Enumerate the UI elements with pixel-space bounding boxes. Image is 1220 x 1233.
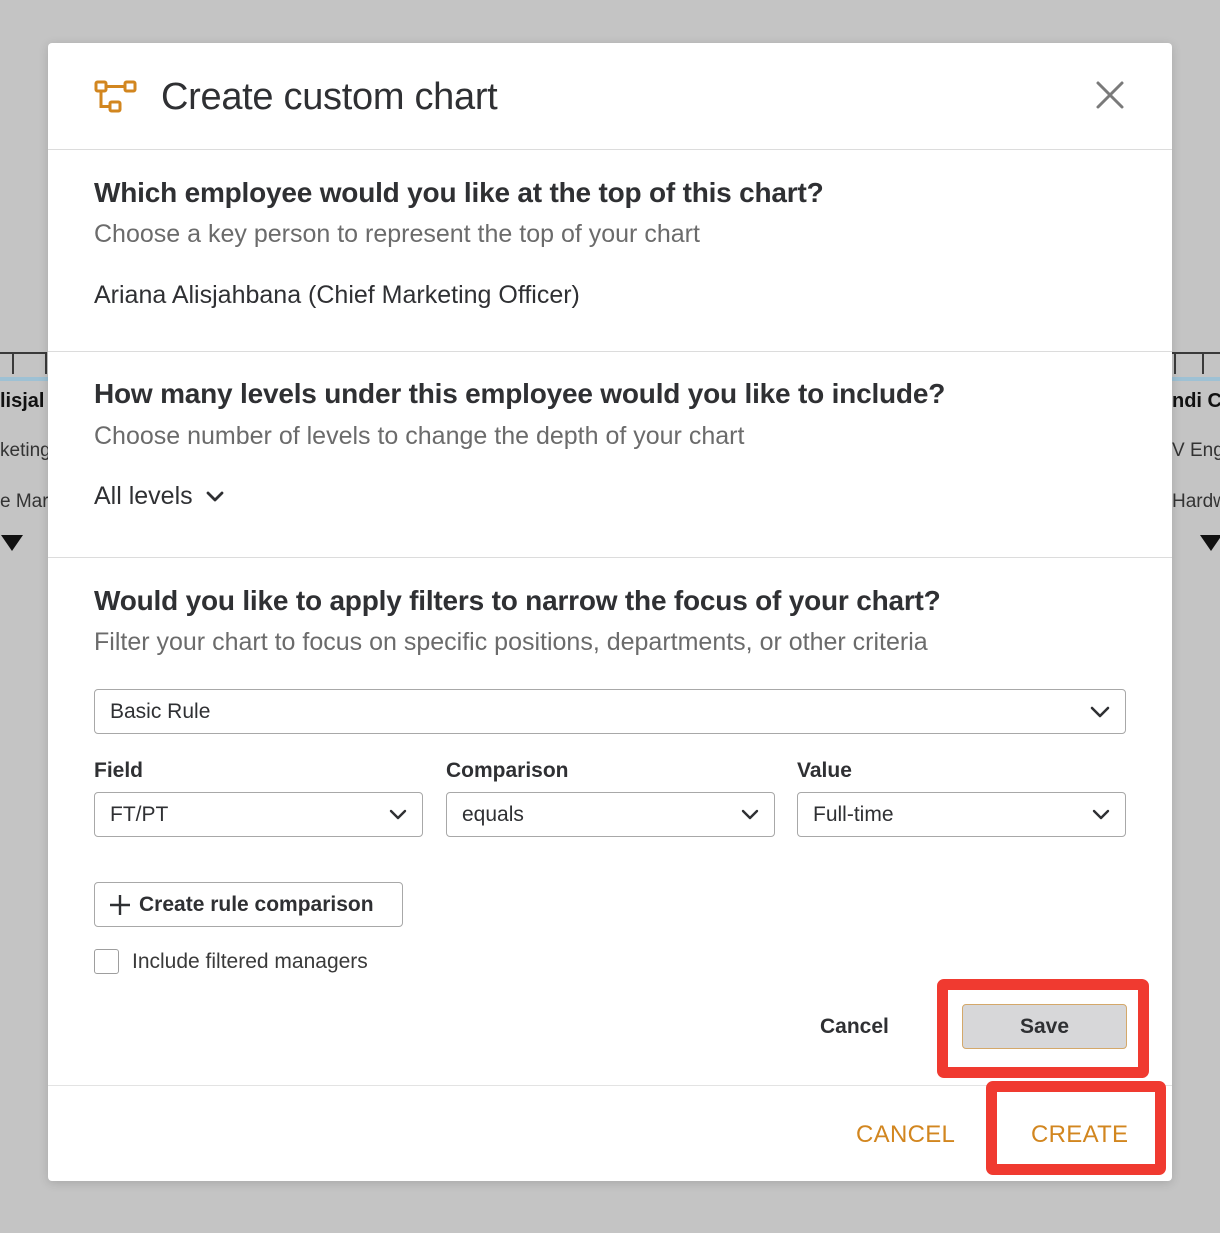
create-rule-comparison-button[interactable]: Create rule comparison bbox=[94, 882, 403, 927]
org-card-top-border bbox=[0, 377, 48, 381]
comparison-label: Comparison bbox=[446, 759, 569, 782]
include-filtered-managers-checkbox[interactable] bbox=[94, 949, 119, 974]
value-select-value: Full-time bbox=[813, 802, 894, 826]
org-card-department: e Mar bbox=[0, 491, 49, 512]
org-card-title: keting bbox=[0, 440, 51, 461]
org-card-name: ndi Cl bbox=[1172, 390, 1220, 412]
org-card-top-border bbox=[1172, 377, 1220, 381]
org-connector-stem bbox=[45, 352, 47, 374]
filter-save-button[interactable]: Save bbox=[962, 1004, 1127, 1049]
plus-icon bbox=[110, 894, 130, 915]
include-filtered-managers-row: Include filtered managers bbox=[94, 949, 368, 974]
comparison-select[interactable]: equals bbox=[446, 792, 775, 837]
chevron-down-icon bbox=[1090, 706, 1110, 718]
expand-arrow-icon[interactable] bbox=[1200, 535, 1220, 551]
dialog-header: Create custom chart bbox=[48, 43, 1172, 150]
org-connector-stem bbox=[1174, 352, 1176, 374]
top-employee-section: Which employee would you like at the top… bbox=[48, 150, 1172, 352]
value-select[interactable]: Full-time bbox=[797, 792, 1126, 837]
dialog-cancel-button[interactable]: CANCEL bbox=[856, 1121, 955, 1149]
dialog-create-button[interactable]: CREATE bbox=[1031, 1121, 1128, 1149]
org-card-name: lisjal bbox=[0, 390, 45, 412]
org-connector-line bbox=[0, 352, 47, 374]
org-connector-stem bbox=[12, 352, 14, 374]
levels-dropdown[interactable]: All levels bbox=[94, 482, 225, 511]
org-connector-stem bbox=[1202, 352, 1204, 374]
filters-question: Would you like to apply filters to narro… bbox=[94, 585, 941, 616]
selected-employee[interactable]: Ariana Alisjahbana (Chief Marketing Offi… bbox=[94, 281, 580, 310]
levels-section: How many levels under this employee woul… bbox=[48, 352, 1172, 558]
levels-selected-value: All levels bbox=[94, 482, 193, 510]
chevron-down-icon bbox=[389, 809, 407, 820]
expand-arrow-icon[interactable] bbox=[1, 535, 23, 551]
field-select-value: FT/PT bbox=[110, 802, 169, 826]
chevron-down-icon bbox=[206, 491, 224, 501]
top-employee-subtitle: Choose a key person to represent the top… bbox=[94, 220, 700, 248]
value-label: Value bbox=[797, 759, 852, 782]
create-custom-chart-dialog: Create custom chart Which employee would… bbox=[48, 43, 1172, 1181]
field-label: Field bbox=[94, 759, 144, 782]
dialog-title: Create custom chart bbox=[161, 76, 498, 118]
org-card-department: Hardw bbox=[1172, 491, 1220, 512]
comparison-select-value: equals bbox=[462, 802, 524, 826]
filters-section: Would you like to apply filters to narro… bbox=[48, 558, 1172, 1086]
filter-cancel-button[interactable]: Cancel bbox=[820, 1015, 889, 1039]
create-rule-comparison-label: Create rule comparison bbox=[139, 892, 374, 916]
org-card-title: V Eng bbox=[1172, 440, 1220, 461]
include-filtered-managers-label: Include filtered managers bbox=[132, 949, 368, 973]
org-connector-line bbox=[1172, 352, 1220, 374]
levels-subtitle: Choose number of levels to change the de… bbox=[94, 422, 745, 450]
filters-subtitle: Filter your chart to focus on specific p… bbox=[94, 628, 928, 656]
chevron-down-icon bbox=[1092, 809, 1110, 820]
top-employee-question: Which employee would you like at the top… bbox=[94, 177, 824, 208]
org-chart-icon bbox=[94, 80, 137, 113]
chevron-down-icon bbox=[741, 809, 759, 820]
rule-type-select[interactable]: Basic Rule bbox=[94, 689, 1126, 734]
levels-question: How many levels under this employee woul… bbox=[94, 378, 946, 409]
close-icon[interactable] bbox=[1094, 79, 1126, 111]
field-select[interactable]: FT/PT bbox=[94, 792, 423, 837]
rule-type-value: Basic Rule bbox=[110, 699, 211, 723]
